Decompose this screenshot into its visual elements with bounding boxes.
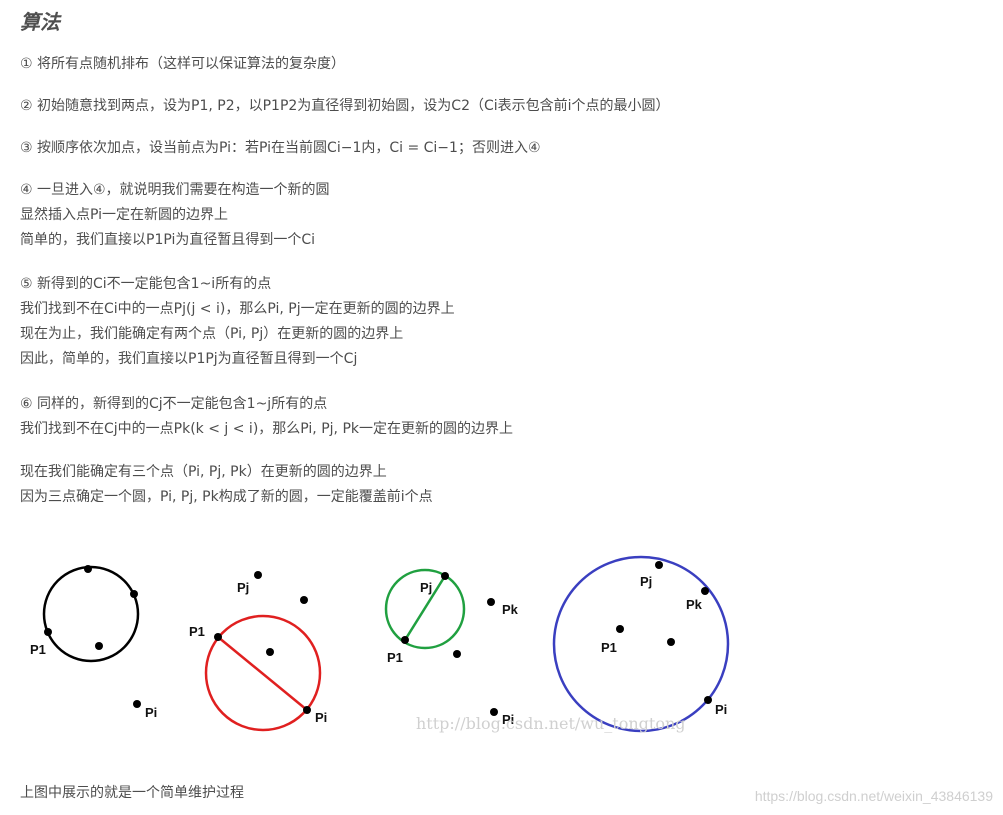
label-pi: Pi [145,705,158,720]
point [704,696,712,704]
label-p1: P1 [189,624,205,639]
step-7: 现在我们能确定有三个点（Pi, Pj, Pk）在更新的圆的边界上 因为三点确定一… [20,460,433,510]
point [266,648,274,656]
step-6: ⑥ 同样的，新得到的Cj不一定能包含1~j所有的点 我们找到不在Cj中的一点Pk… [20,392,513,442]
label-pi: Pi [315,710,328,725]
point [453,650,461,658]
circle-diagram: P1 Pi Pj P1 Pi Pj Pk P1 Pi Pj Pk P1 Pi [0,540,1003,740]
step-5-line: 现在为止，我们能确定有两个点（Pi, Pj）在更新的圆的边界上 [20,326,404,342]
step-6-line: ⑥ 同样的，新得到的Cj不一定能包含1~j所有的点 [20,396,328,412]
point [254,571,262,579]
point [130,590,138,598]
label-pj: Pj [640,574,653,589]
label-pj: Pj [420,580,433,595]
step-2-text: ② 初始随意找到两点，设为P1, P2，以P1P2为直径得到初始圆，设为C2（C… [20,98,670,114]
label-p1: P1 [30,642,46,657]
label-pi: Pi [715,702,728,717]
circle-c-initial [42,565,140,663]
label-pk: Pk [686,597,702,612]
step-5-line: 我们找到不在Ci中的一点Pj(j < i)，那么Pi, Pj一定在更新的圆的边界… [20,301,455,317]
label-pk: Pk [502,602,518,617]
point [441,572,449,580]
step-6-line: 我们找到不在Cj中的一点Pk(k < j < i)，那么Pi, Pj, Pk一定… [20,421,513,437]
step-2: ② 初始随意找到两点，设为P1, P2，以P1P2为直径得到初始圆，设为C2（C… [20,94,670,119]
step-7-line: 现在我们能确定有三个点（Pi, Pj, Pk）在更新的圆的边界上 [20,464,387,480]
point [701,587,709,595]
step-3-text: ③ 按顺序依次加点，设当前点为Pi：若Pi在当前圆Ci−1内，Ci = Ci−1… [20,140,541,156]
point [214,633,222,641]
point [487,598,495,606]
point [667,638,675,646]
step-4: ④ 一旦进入④，就说明我们需要在构造一个新的圆 显然插入点Pi一定在新圆的边界上… [20,178,330,253]
step-5-line: 因此，简单的，我们直接以P1Pj为直径暂且得到一个Cj [20,351,358,367]
image-watermark: http://blog.csdn.net/wu_tongtong [416,714,686,733]
step-5: ⑤ 新得到的Ci不一定能包含1~i所有的点 我们找到不在Ci中的一点Pj(j <… [20,272,455,372]
label-p1: P1 [601,640,617,655]
section-title: 算法 [20,10,60,34]
point [300,596,308,604]
diameter-line [217,636,308,711]
label-pj: Pj [237,580,250,595]
step-4-line: ④ 一旦进入④，就说明我们需要在构造一个新的圆 [20,182,330,198]
point [655,561,663,569]
step-1-text: ① 将所有点随机排布（这样可以保证算法的复杂度） [20,56,345,72]
point [303,706,311,714]
footer-watermark: https://blog.csdn.net/weixin_43846139 [754,788,993,804]
point [401,636,409,644]
step-4-line: 简单的，我们直接以P1Pi为直径暂且得到一个Ci [20,232,316,248]
step-1: ① 将所有点随机排布（这样可以保证算法的复杂度） [20,52,345,77]
step-7-line: 因为三点确定一个圆，Pi, Pj, Pk构成了新的圆，一定能覆盖前i个点 [20,489,433,505]
label-p1: P1 [387,650,403,665]
point [133,700,141,708]
point [84,565,92,573]
point [44,628,52,636]
step-4-line: 显然插入点Pi一定在新圆的边界上 [20,207,229,223]
step-3: ③ 按顺序依次加点，设当前点为Pi：若Pi在当前圆Ci−1内，Ci = Ci−1… [20,136,541,161]
point [95,642,103,650]
point [616,625,624,633]
figure-caption: 上图中展示的就是一个简单维护过程 [20,785,244,801]
step-5-line: ⑤ 新得到的Ci不一定能包含1~i所有的点 [20,276,272,292]
